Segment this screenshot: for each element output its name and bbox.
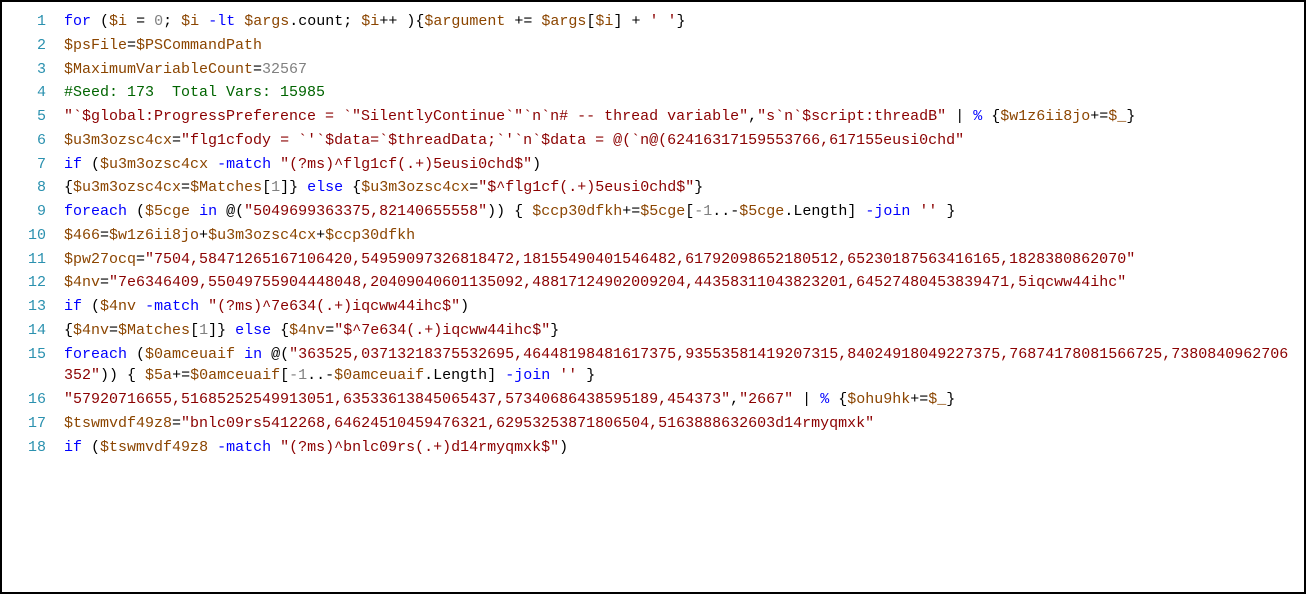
- code-line[interactable]: 4#Seed: 173 Total Vars: 15985: [2, 81, 1304, 105]
- line-number: 12: [2, 272, 64, 294]
- line-number: 11: [2, 249, 64, 271]
- code-line[interactable]: 5"`$global:ProgressPreference = `"Silent…: [2, 105, 1304, 129]
- line-number: 10: [2, 225, 64, 247]
- code-line[interactable]: 7if ($u3m3ozsc4cx -match "(?ms)^flg1cf(.…: [2, 153, 1304, 177]
- line-number: 18: [2, 437, 64, 459]
- line-number: 13: [2, 296, 64, 318]
- code-text[interactable]: $u3m3ozsc4cx="flg1cfody = `'`$data=`$thr…: [64, 130, 1304, 152]
- code-line[interactable]: 1for ($i = 0; $i -lt $args.count; $i++ )…: [2, 10, 1304, 34]
- code-line[interactable]: 6$u3m3ozsc4cx="flg1cfody = `'`$data=`$th…: [2, 129, 1304, 153]
- code-text[interactable]: $MaximumVariableCount=32567: [64, 59, 1304, 81]
- code-text[interactable]: $4nv="7e6346409,55049755904448048,204090…: [64, 272, 1304, 294]
- code-line[interactable]: 17$tswmvdf49z8="bnlc09rs5412268,64624510…: [2, 412, 1304, 436]
- line-number: 1: [2, 11, 64, 33]
- line-number: 7: [2, 154, 64, 176]
- line-number: 9: [2, 201, 64, 223]
- code-text[interactable]: if ($u3m3ozsc4cx -match "(?ms)^flg1cf(.+…: [64, 154, 1304, 176]
- code-text[interactable]: foreach ($0amceuaif in @("363525,0371321…: [64, 344, 1304, 388]
- line-number: 4: [2, 82, 64, 104]
- code-text[interactable]: $psFile=$PSCommandPath: [64, 35, 1304, 57]
- code-text[interactable]: foreach ($5cge in @("5049699363375,82140…: [64, 201, 1304, 223]
- line-number: 2: [2, 35, 64, 57]
- code-line[interactable]: 8{$u3m3ozsc4cx=$Matches[1]} else {$u3m3o…: [2, 176, 1304, 200]
- line-number: 3: [2, 59, 64, 81]
- code-text[interactable]: {$4nv=$Matches[1]} else {$4nv="$^7e634(.…: [64, 320, 1304, 342]
- code-text[interactable]: {$u3m3ozsc4cx=$Matches[1]} else {$u3m3oz…: [64, 177, 1304, 199]
- code-text[interactable]: $pw27ocq="7504,58471265167106420,5495909…: [64, 249, 1304, 271]
- line-number: 14: [2, 320, 64, 342]
- code-editor: 1for ($i = 0; $i -lt $args.count; $i++ )…: [0, 0, 1306, 594]
- code-text[interactable]: #Seed: 173 Total Vars: 15985: [64, 82, 1304, 104]
- line-number: 6: [2, 130, 64, 152]
- code-text[interactable]: "`$global:ProgressPreference = `"Silentl…: [64, 106, 1304, 128]
- code-line[interactable]: 10$466=$w1z6ii8jo+$u3m3ozsc4cx+$ccp30dfk…: [2, 224, 1304, 248]
- line-number: 8: [2, 177, 64, 199]
- code-line[interactable]: 16"57920716655,51685252549913051,6353361…: [2, 388, 1304, 412]
- code-text[interactable]: "57920716655,51685252549913051,635336138…: [64, 389, 1304, 411]
- code-line[interactable]: 3$MaximumVariableCount=32567: [2, 58, 1304, 82]
- code-text[interactable]: if ($tswmvdf49z8 -match "(?ms)^bnlc09rs(…: [64, 437, 1304, 459]
- line-number: 16: [2, 389, 64, 411]
- code-line[interactable]: 11$pw27ocq="7504,58471265167106420,54959…: [2, 248, 1304, 272]
- code-line[interactable]: 9foreach ($5cge in @("5049699363375,8214…: [2, 200, 1304, 224]
- line-number: 15: [2, 344, 64, 366]
- code-line[interactable]: 18if ($tswmvdf49z8 -match "(?ms)^bnlc09r…: [2, 436, 1304, 460]
- code-line[interactable]: 2$psFile=$PSCommandPath: [2, 34, 1304, 58]
- code-line[interactable]: 13if ($4nv -match "(?ms)^7e634(.+)iqcww4…: [2, 295, 1304, 319]
- code-text[interactable]: for ($i = 0; $i -lt $args.count; $i++ ){…: [64, 11, 1304, 33]
- code-text[interactable]: if ($4nv -match "(?ms)^7e634(.+)iqcww44i…: [64, 296, 1304, 318]
- code-line[interactable]: 15foreach ($0amceuaif in @("363525,03713…: [2, 343, 1304, 389]
- code-text[interactable]: $466=$w1z6ii8jo+$u3m3ozsc4cx+$ccp30dfkh: [64, 225, 1304, 247]
- code-text[interactable]: $tswmvdf49z8="bnlc09rs5412268,6462451045…: [64, 413, 1304, 435]
- code-line[interactable]: 12$4nv="7e6346409,55049755904448048,2040…: [2, 271, 1304, 295]
- line-number: 17: [2, 413, 64, 435]
- code-line[interactable]: 14{$4nv=$Matches[1]} else {$4nv="$^7e634…: [2, 319, 1304, 343]
- line-number: 5: [2, 106, 64, 128]
